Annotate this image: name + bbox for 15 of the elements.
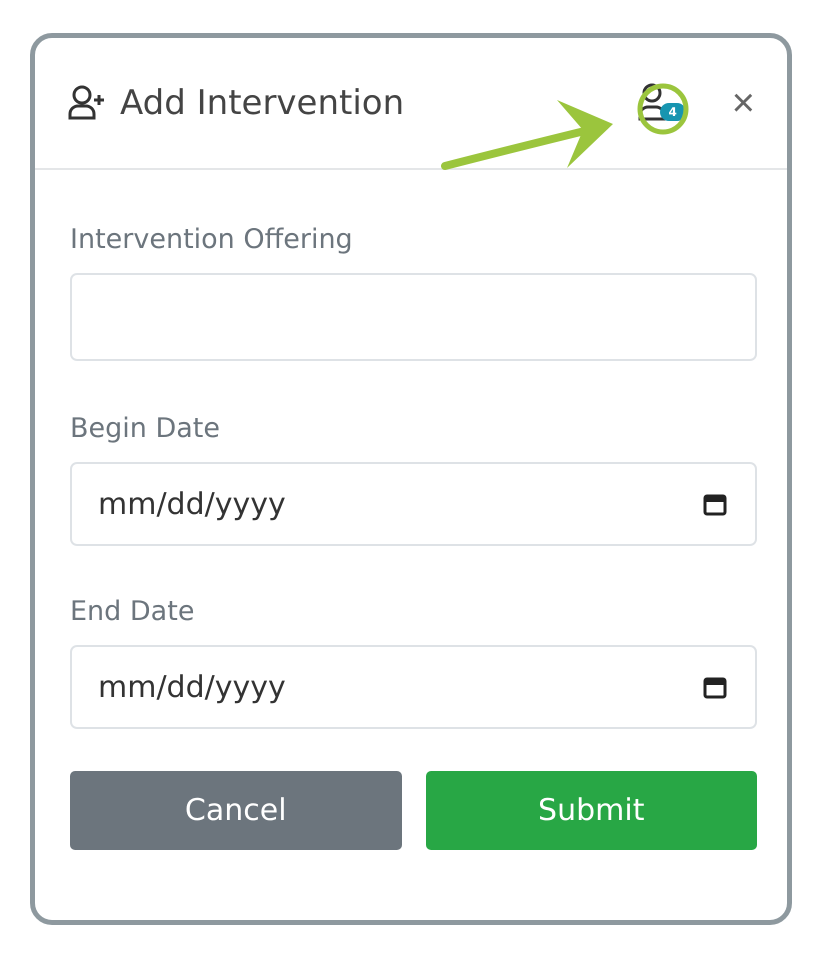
field-label: Begin Date — [70, 413, 222, 444]
user-icon[interactable] — [638, 83, 668, 121]
calendar-icon[interactable] — [703, 675, 727, 699]
highlight-circle — [638, 84, 688, 134]
calendar-icon[interactable] — [703, 492, 727, 516]
date-field[interactable]: mm/dd/yyyy — [70, 462, 757, 546]
input-field[interactable] — [70, 273, 757, 361]
date-field[interactable]: mm/dd/yyyy — [70, 645, 757, 729]
add-user-icon — [68, 84, 106, 122]
cancel-button[interactable]: Cancel — [70, 771, 402, 850]
field-label: End Date — [70, 596, 196, 627]
field-label: Intervention Offering — [70, 224, 354, 255]
close-button[interactable]: × — [732, 83, 755, 123]
submit-button[interactable]: Submit — [426, 771, 757, 850]
dialog-title: Add Intervention — [120, 83, 406, 123]
